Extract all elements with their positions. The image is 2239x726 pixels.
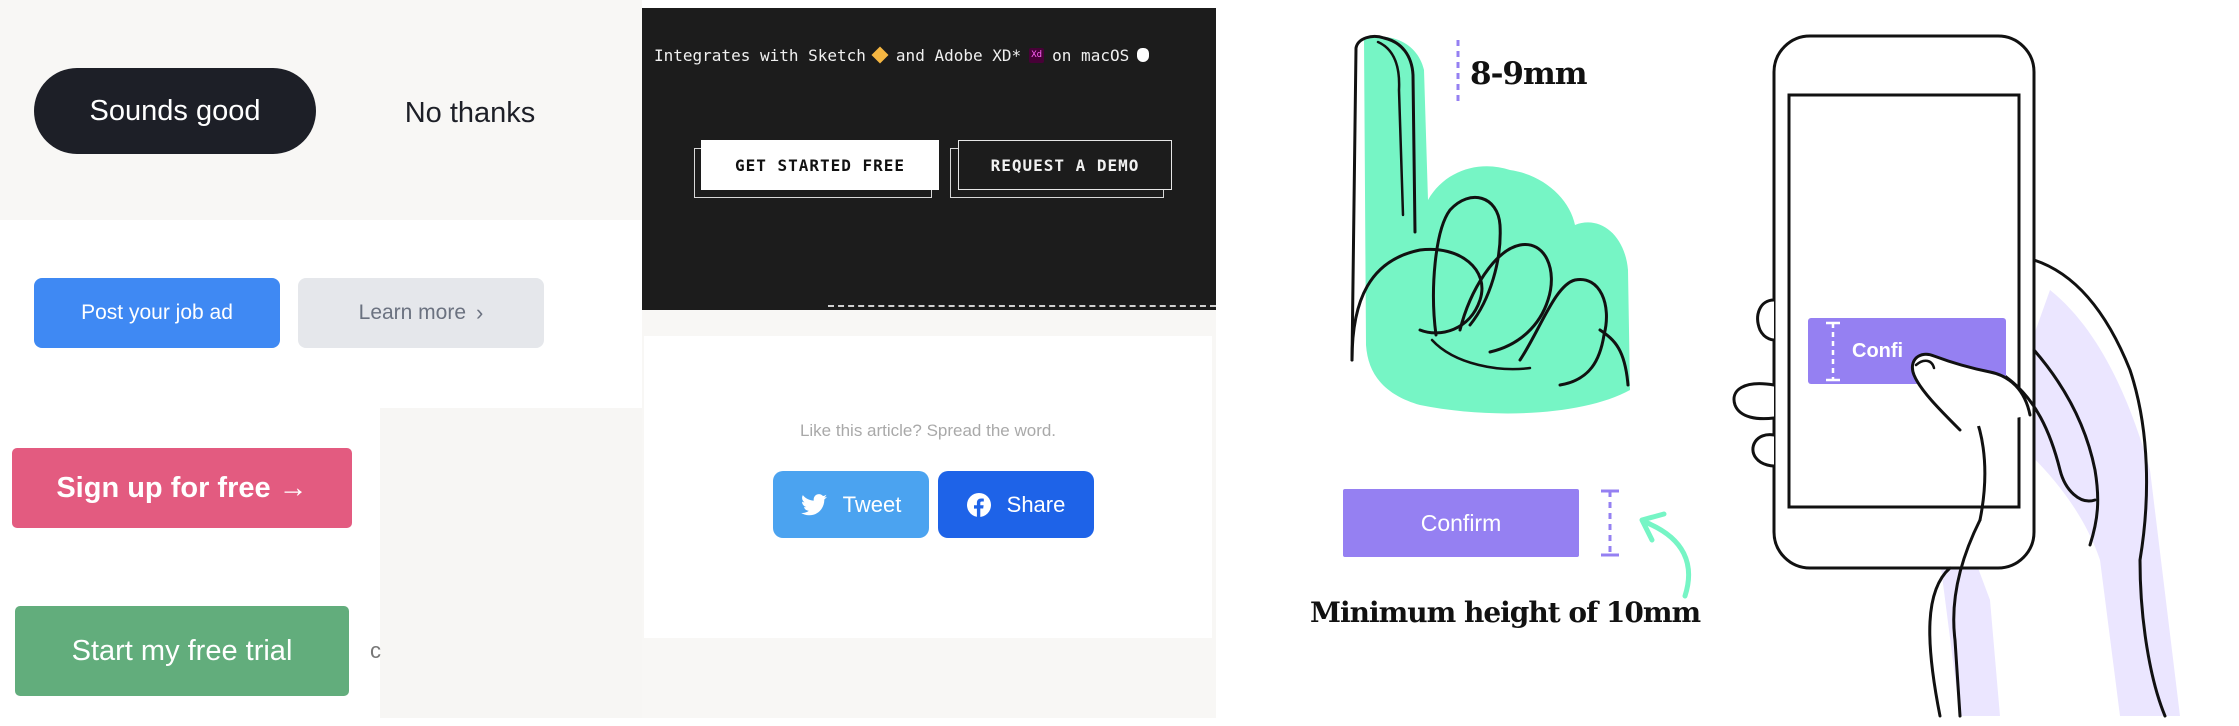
thumb-illustration	[1911, 352, 2032, 432]
tweet-button[interactable]: Tweet	[773, 471, 929, 538]
integrations-line: Integrates with Sketch and Adobe XD* Xd …	[654, 40, 1214, 70]
learn-more-button[interactable]: Learn more ›	[298, 278, 544, 348]
holding-hand-left-fingers	[1732, 298, 1776, 468]
curved-arrow-icon	[1639, 511, 1692, 599]
adobe-xd-icon: Xd	[1029, 47, 1045, 63]
post-job-ad-button[interactable]: Post your job ad	[34, 278, 280, 348]
gem-icon	[871, 46, 889, 64]
min-height-label: Minimum height of 10mm	[1310, 596, 1701, 629]
request-demo-button[interactable]: REQUEST A DEMO	[958, 140, 1172, 190]
truncated-text: c	[370, 638, 381, 663]
share-button[interactable]: Share	[938, 471, 1094, 538]
spread-the-word-text: Like this article? Spread the word.	[799, 421, 1057, 440]
tweet-label: Tweet	[842, 491, 902, 517]
phone-confirm-label: Confi	[1852, 339, 1904, 362]
finger-size-label: 8-9mm	[1470, 56, 1588, 92]
height-marker	[1601, 489, 1619, 557]
integrations-text-mid: and Adobe XD*	[895, 45, 1022, 65]
sounds-good-button[interactable]: Sounds good	[34, 68, 316, 154]
integrations-text-end: on macOS	[1052, 45, 1130, 65]
dashed-divider	[828, 305, 1216, 307]
learn-more-label: Learn more	[358, 301, 467, 324]
share-label: Share	[1006, 491, 1066, 517]
phone-illustration	[1772, 34, 2036, 570]
apple-icon	[1137, 48, 1150, 62]
phone-height-marker	[1826, 321, 1840, 382]
chevron-right-icon: ›	[476, 300, 484, 325]
twitter-icon	[800, 493, 827, 515]
facebook-icon	[966, 492, 991, 517]
cta-sample-panel-c-background	[380, 408, 642, 718]
confirm-button[interactable]: Confirm	[1343, 489, 1579, 557]
no-thanks-button[interactable]: No thanks	[372, 80, 568, 146]
sign-up-free-button[interactable]: Sign up for free →	[12, 448, 352, 528]
start-free-trial-button[interactable]: Start my free trial	[15, 606, 349, 696]
integrations-text-start: Integrates with Sketch	[654, 45, 866, 65]
get-started-free-button[interactable]: GET STARTED FREE	[701, 140, 939, 190]
